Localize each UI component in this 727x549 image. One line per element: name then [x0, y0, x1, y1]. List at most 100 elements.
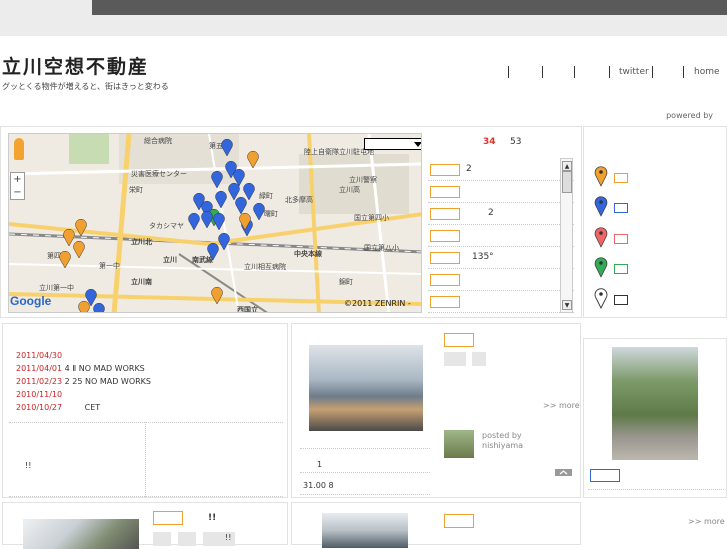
list-item-tag — [430, 208, 460, 220]
divider — [300, 472, 430, 473]
news-item[interactable]: 2011/04/30 — [16, 351, 62, 360]
list-item-tag — [430, 252, 460, 264]
zoom-out-button[interactable]: − — [11, 186, 24, 199]
google-logo[interactable]: Google — [10, 294, 51, 308]
map-label: 立川高 — [339, 185, 360, 194]
bottom-mid-panel — [291, 502, 581, 548]
top-bar — [92, 0, 727, 15]
legend-swatch — [614, 203, 628, 213]
nav-separator — [508, 66, 509, 78]
posted-by-label: posted by — [482, 431, 522, 440]
list-item[interactable] — [428, 181, 574, 203]
news-text: 2 25 NO MAD WORKS — [64, 377, 152, 386]
news-item[interactable]: 2010/11/10 — [16, 390, 62, 399]
property-photo[interactable] — [309, 345, 423, 431]
green-pin-icon — [594, 257, 608, 278]
side-property-panel: >> more — [583, 338, 727, 526]
list-count-red: 34 — [483, 137, 496, 147]
orange-pin-icon — [594, 166, 608, 187]
scroll-top-button[interactable] — [555, 469, 572, 476]
list-item-tag — [430, 164, 460, 176]
marker-legend — [586, 133, 727, 313]
nav-twitter[interactable]: twitter — [619, 67, 649, 77]
map-label: 災害医療センター — [131, 169, 187, 178]
author-name[interactable]: nishiyama — [482, 441, 523, 450]
list-item[interactable]: 2 — [428, 159, 574, 181]
legend-item-red[interactable] — [590, 226, 720, 250]
list-count: 53 — [510, 137, 522, 147]
legend-item-orange[interactable] — [590, 165, 720, 189]
news-date: 2011/02/23 — [16, 377, 63, 386]
list-item-text: 135° — [472, 252, 494, 262]
property-meta: 31.00 8 — [303, 481, 334, 490]
map-label: 立川北 — [131, 237, 152, 246]
map[interactable]: 総合病院 災害医療センター 第五小 陸上自衛隊立川駐屯地 立川警察 立川高 北多… — [8, 133, 422, 313]
news-item[interactable]: 2011/02/23 2 25 NO MAD WORKS — [16, 377, 151, 386]
bottom-label: !! — [208, 513, 217, 523]
map-filter-select[interactable] — [364, 138, 421, 150]
nav-home[interactable]: home — [694, 67, 720, 77]
blue-pin-icon — [594, 196, 608, 217]
map-label: 立川南 — [131, 277, 152, 286]
list-item[interactable] — [428, 225, 574, 247]
map-label: 立川 — [163, 255, 177, 264]
scroll-up-icon[interactable]: ▲ — [562, 161, 572, 171]
legend-item-white[interactable] — [590, 287, 720, 311]
scroll-down-icon[interactable]: ▼ — [562, 300, 572, 310]
map-label: 立川第一中 — [39, 283, 74, 292]
list-item[interactable]: 2 — [428, 203, 574, 225]
side-property-tag — [590, 469, 620, 482]
list-item-text: 2 — [488, 208, 494, 218]
map-label: 立川警察 — [349, 175, 377, 184]
legend-item-green[interactable] — [590, 256, 720, 280]
bottom-label-2: !! — [225, 533, 232, 542]
note-text: !! — [25, 461, 32, 470]
list-item[interactable] — [428, 291, 574, 313]
map-label: 第一中 — [99, 261, 120, 270]
news-item[interactable]: 2011/04/01 4 Ⅱ NO MAD WORKS — [16, 364, 145, 373]
chevron-down-icon — [414, 142, 421, 147]
nav-separator — [652, 66, 653, 78]
map-label: 錦町 — [339, 277, 353, 286]
news-dates-panel: 2011/04/30 2011/04/01 4 Ⅱ NO MAD WORKS 2… — [2, 323, 288, 498]
news-item[interactable]: 2010/10/27 CET — [16, 403, 100, 412]
list-item[interactable] — [428, 269, 574, 291]
street-view-pegman-icon[interactable] — [14, 138, 24, 160]
legend-swatch — [614, 264, 628, 274]
legend-item-blue[interactable] — [590, 195, 720, 219]
news-date: 2010/10/27 — [16, 403, 63, 412]
divider — [300, 494, 430, 495]
author-avatar[interactable] — [444, 430, 474, 458]
map-label: 緑町 — [259, 191, 273, 200]
map-marker-pin-icon[interactable] — [78, 300, 90, 313]
map-canvas[interactable]: 総合病院 災害医療センター 第五小 陸上自衛隊立川駐屯地 立川警察 立川高 北多… — [9, 134, 422, 313]
top-nav: twitter home — [506, 66, 727, 78]
side-property-photo[interactable] — [612, 347, 698, 460]
property-photo[interactable] — [322, 513, 408, 548]
list-item-tag — [430, 186, 460, 198]
map-label: 曙町 — [264, 210, 278, 218]
zoom-control[interactable]: + − — [10, 172, 25, 200]
divider — [9, 496, 283, 497]
property-tag — [153, 511, 183, 525]
scroll-thumb[interactable] — [562, 171, 572, 193]
nav-separator — [574, 66, 575, 78]
list-item[interactable]: 135° — [428, 247, 574, 269]
map-marker-pin-icon[interactable] — [93, 302, 105, 313]
map-label: 西国立 — [237, 305, 258, 313]
map-label: 国立第四小 — [354, 213, 389, 222]
more-link[interactable]: >> more — [543, 401, 580, 410]
news-date: 2011/04/01 — [16, 364, 63, 373]
list-item-tag — [430, 274, 460, 286]
list-scrollbar[interactable]: ▲ ▼ — [560, 158, 573, 313]
list-item-tag — [430, 230, 460, 242]
zoom-in-button[interactable]: + — [11, 173, 24, 186]
list-item-tag — [430, 296, 460, 308]
white-pin-icon — [594, 288, 608, 309]
property-list: 34 53 2 2 135° — [428, 133, 578, 313]
chevron-up-icon — [559, 470, 568, 475]
site-logo[interactable]: 立川空想不動産 グッとくる物件が増えると、街はきっと変わる — [2, 52, 169, 92]
more-link[interactable]: >> more — [688, 517, 725, 526]
nav-separator — [683, 66, 684, 78]
featured-property-panel: >> more 1 31.00 8 posted by nishiyama — [291, 323, 581, 498]
